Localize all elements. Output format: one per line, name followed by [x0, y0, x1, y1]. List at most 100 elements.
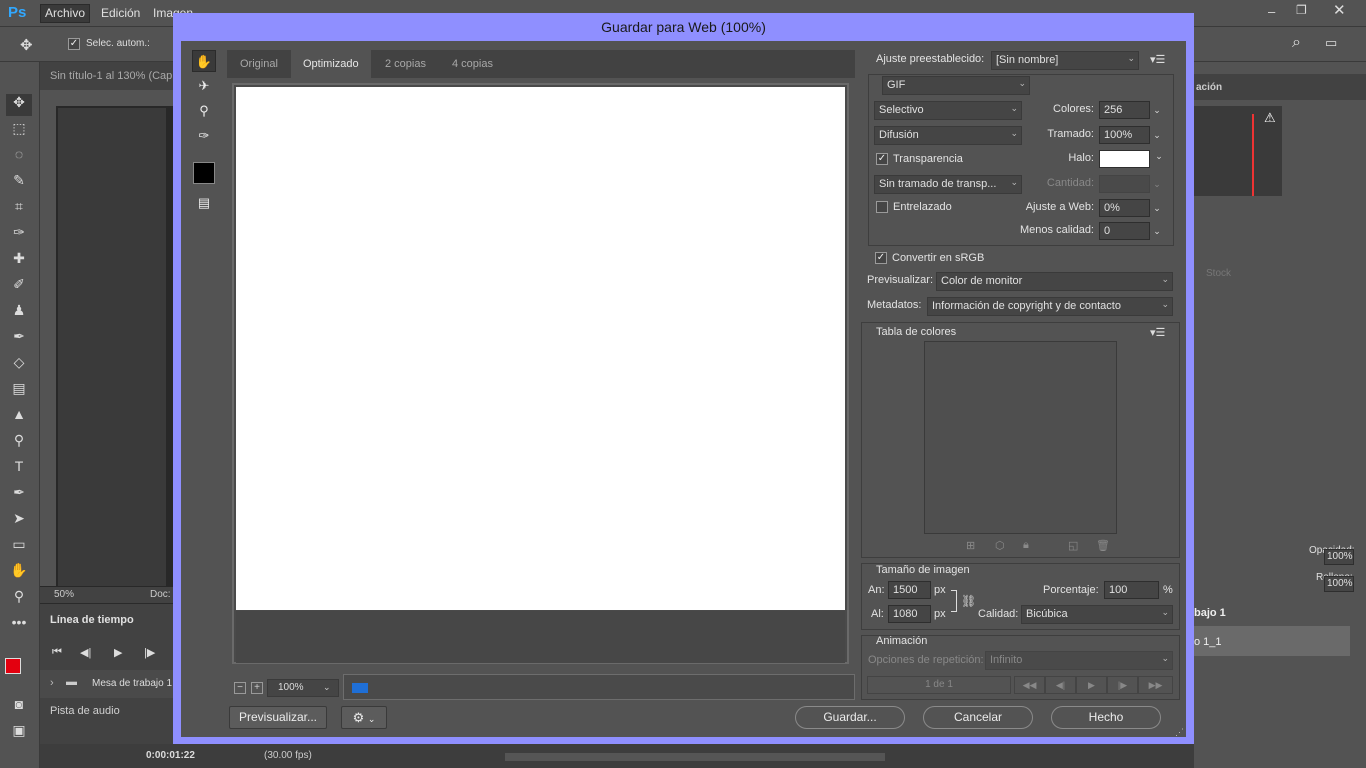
layer-item[interactable]: o 1_1 — [1194, 636, 1222, 648]
close-icon[interactable]: ✕ — [1333, 1, 1346, 19]
resize-grip-icon[interactable]: ⋰ — [1175, 727, 1184, 738]
blur-tool-icon[interactable]: ▲ — [8, 406, 30, 424]
eyedropper-icon[interactable]: ✑ — [192, 125, 216, 147]
eraser-tool-icon[interactable]: ◇ — [8, 354, 30, 372]
transparency-dither-select[interactable]: Sin tramado de transp... ⌄ — [874, 175, 1022, 194]
menu-edicion[interactable]: Edición — [101, 6, 140, 20]
done-button[interactable]: Hecho — [1051, 706, 1161, 729]
next-frame-icon[interactable]: |▶ — [1107, 676, 1138, 694]
search-icon[interactable]: ⌕ — [1292, 34, 1301, 52]
stamp-tool-icon[interactable]: ♟ — [8, 302, 30, 320]
panel-menu-icon[interactable]: ▾☰ — [1150, 326, 1165, 339]
loop-select[interactable]: Infinito ⌄ — [985, 651, 1173, 670]
screen-mode-icon[interactable]: ▣ — [8, 722, 30, 740]
browser-select-button[interactable]: ⚙ ⌄ — [341, 706, 387, 729]
play-animation-icon[interactable]: ▶ — [1076, 676, 1107, 694]
gradient-tool-icon[interactable]: ▤ — [8, 380, 30, 398]
eyedropper-tool-icon[interactable]: ✑ — [8, 224, 30, 242]
dither-input[interactable]: 100% ⌄ — [1099, 126, 1161, 144]
zoom-out-icon[interactable]: − — [234, 682, 246, 694]
chevron-down-icon[interactable]: ⌄ — [1152, 151, 1166, 162]
width-input[interactable]: 1500 — [888, 581, 931, 599]
workspace-icon[interactable]: ▭ — [1325, 35, 1337, 51]
web-cube-icon[interactable]: ⬡ — [995, 539, 1005, 552]
timeline-scrollbar[interactable] — [505, 753, 885, 761]
save-button[interactable]: Guardar... — [795, 706, 905, 729]
move-tool-icon[interactable]: ✥ — [6, 94, 32, 116]
amount-input[interactable]: ⌄ — [1099, 175, 1161, 193]
document-tab[interactable]: Sin título-1 al 130% (Cap — [40, 62, 174, 90]
metadata-select[interactable]: Información de copyright y de contacto ⌄ — [927, 297, 1173, 316]
status-zoom[interactable]: 50% — [54, 589, 74, 600]
format-select[interactable]: GIF ⌄ — [882, 76, 1030, 95]
quick-mask-icon[interactable]: ◙ — [8, 696, 30, 714]
next-frame-icon[interactable]: |▶ — [144, 646, 155, 659]
chevron-down-icon[interactable]: ⌄ — [1149, 223, 1165, 239]
dodge-tool-icon[interactable]: ⚲ — [8, 432, 30, 450]
pen-tool-icon[interactable]: ✒ — [8, 484, 30, 502]
more-tools-icon[interactable]: ••• — [8, 614, 30, 632]
toggle-slices-icon[interactable]: ▤ — [192, 192, 216, 214]
chevron-down-icon[interactable]: ⌄ — [1149, 127, 1165, 143]
interlaced-checkbox[interactable] — [876, 201, 888, 213]
history-brush-icon[interactable]: ✒ — [8, 328, 30, 346]
path-select-icon[interactable]: ➤ — [8, 510, 30, 528]
preset-select[interactable]: [Sin nombre] ⌄ — [991, 51, 1139, 70]
hand-tool-icon[interactable]: ✋ — [192, 50, 216, 72]
prev-frame-icon[interactable]: ◀| — [80, 646, 91, 659]
timeline-track[interactable]: › ▬ Mesa de trabajo 1 — [40, 670, 174, 698]
rectangle-tool-icon[interactable]: ▭ — [8, 536, 30, 554]
web-snap-input[interactable]: 0% ⌄ — [1099, 199, 1161, 217]
colors-input[interactable]: 256 ⌄ — [1099, 101, 1161, 119]
zoom-in-icon[interactable]: + — [251, 682, 263, 694]
marquee-tool-icon[interactable]: ⬚ — [8, 120, 30, 138]
color-table-grid[interactable] — [924, 341, 1117, 534]
web-shift-icon[interactable]: ⊞ — [966, 539, 975, 552]
layer-artboard[interactable]: bajo 1 — [1194, 607, 1226, 619]
panel-menu-icon[interactable]: ▾☰ — [1150, 53, 1165, 66]
percent-input[interactable]: 100 — [1104, 581, 1159, 599]
slice-select-tool-icon[interactable]: ✈ — [192, 75, 216, 97]
chevron-down-icon[interactable]: ⌄ — [323, 682, 331, 693]
prev-frame-icon[interactable]: ◀| — [1045, 676, 1076, 694]
lock-icon[interactable]: 🔒︎ — [1023, 539, 1029, 552]
zoom-tool-icon[interactable]: ⚲ — [192, 100, 216, 122]
preview-in-browser-button[interactable]: Previsualizar... — [229, 706, 327, 729]
optimized-preview-image[interactable] — [236, 87, 845, 610]
srgb-checkbox[interactable]: ✓ — [875, 252, 887, 264]
lasso-tool-icon[interactable]: ◌ — [8, 146, 30, 164]
tab-optimizado[interactable]: Optimizado — [291, 50, 371, 78]
new-color-icon[interactable]: ◱ — [1068, 539, 1078, 552]
hand-tool-icon[interactable]: ✋ — [8, 562, 30, 580]
panel-tab-label[interactable]: ación — [1196, 82, 1222, 93]
type-tool-icon[interactable]: T — [8, 458, 30, 476]
color-reduction-select[interactable]: Selectivo ⌄ — [874, 101, 1022, 120]
zoom-tool-icon[interactable]: ⚲ — [8, 588, 30, 606]
tab-2-copias[interactable]: 2 copias — [373, 50, 438, 78]
minimize-icon[interactable]: – — [1268, 4, 1275, 19]
dither-algorithm-select[interactable]: Difusión ⌄ — [874, 126, 1022, 145]
lossy-input[interactable]: 0 ⌄ — [1099, 222, 1161, 240]
preview-select[interactable]: Color de monitor ⌄ — [936, 272, 1173, 291]
tab-original[interactable]: Original — [228, 50, 290, 78]
chevron-right-icon[interactable]: › — [50, 677, 54, 689]
menu-archivo[interactable]: Archivo — [40, 4, 91, 23]
matte-color-swatch[interactable] — [1099, 150, 1150, 168]
healing-tool-icon[interactable]: ✚ — [8, 250, 30, 268]
eyedropper-color-swatch[interactable] — [193, 162, 215, 184]
height-input[interactable]: 1080 — [888, 605, 931, 623]
quality-select[interactable]: Bicúbica ⌄ — [1021, 605, 1173, 624]
foreground-color-swatch[interactable] — [5, 658, 21, 674]
crop-tool-icon[interactable]: ⌗ — [8, 198, 30, 216]
transparency-checkbox[interactable]: ✓ — [876, 153, 888, 165]
trash-icon[interactable]: 🗑︎ — [1096, 539, 1110, 552]
last-frame-icon[interactable]: ▶▶ — [1138, 676, 1173, 694]
link-icon[interactable]: ⛓ — [961, 594, 976, 608]
autoselect-checkbox[interactable]: ✓ — [68, 38, 80, 50]
first-frame-icon[interactable]: ◀◀ — [1014, 676, 1045, 694]
restore-icon[interactable]: ❐ — [1296, 3, 1307, 17]
play-icon[interactable]: ▶ — [114, 646, 122, 659]
cancel-button[interactable]: Cancelar — [923, 706, 1033, 729]
opacity-value[interactable]: 100% — [1324, 549, 1354, 565]
move-tool-icon[interactable]: ✥ — [20, 36, 33, 54]
